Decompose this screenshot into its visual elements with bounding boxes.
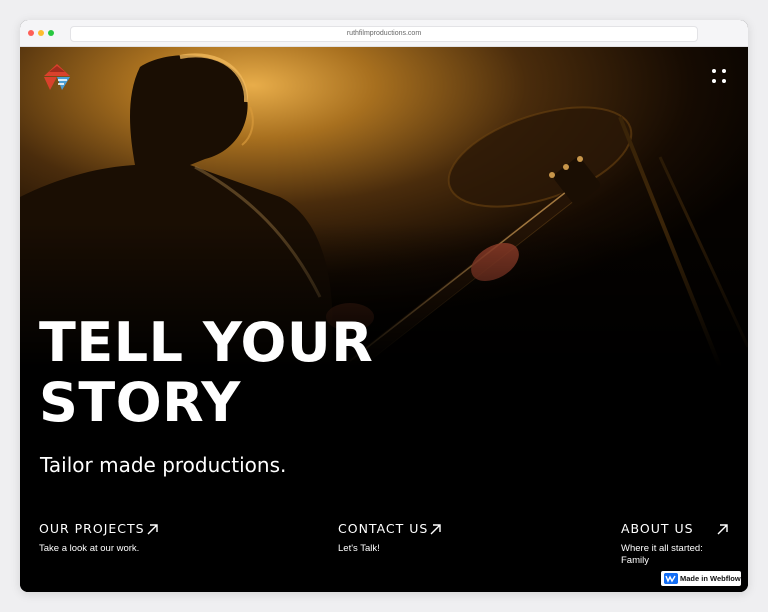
minimize-window-button[interactable] [38, 30, 44, 36]
webpage: TELL YOUR STORY Tailor made productions.… [20, 47, 748, 592]
nav-link-about-us[interactable]: ABOUT US Where it all started: Family [621, 521, 733, 567]
address-bar[interactable]: ruthfilmproductions.com [70, 26, 698, 42]
browser-titlebar: ruthfilmproductions.com [20, 20, 748, 47]
badge-label: Made in Webflow [680, 574, 741, 583]
menu-dots-icon[interactable] [710, 67, 730, 87]
headline-line-1: TELL YOUR [39, 311, 374, 374]
browser-window: ruthfilmproductions.com TELL YOUR STORY … [20, 20, 748, 592]
nav-link-subtitle: Where it all started: Family [621, 543, 703, 566]
arrow-up-right-icon [430, 524, 441, 535]
webflow-logo-icon [664, 573, 678, 584]
arrow-up-right-icon [147, 524, 158, 535]
headline-line-2: STORY [39, 371, 241, 434]
hero-tagline: Tailor made productions. [40, 453, 287, 477]
nav-link-subtitle: Take a look at our work. [39, 543, 140, 554]
made-in-webflow-badge[interactable]: Made in Webflow [661, 571, 741, 586]
company-logo[interactable] [40, 62, 74, 92]
nav-link-our-projects[interactable]: OUR PROJECTS Take a look at our work. [39, 521, 169, 555]
nav-link-subtitle: Let's Talk! [338, 543, 380, 554]
hero-headline: TELL YOUR STORY [39, 313, 373, 433]
close-window-button[interactable] [28, 30, 34, 36]
nav-link-contact-us[interactable]: CONTACT US Let's Talk! [338, 521, 448, 555]
maximize-window-button[interactable] [48, 30, 54, 36]
arrow-up-right-icon [717, 524, 728, 535]
